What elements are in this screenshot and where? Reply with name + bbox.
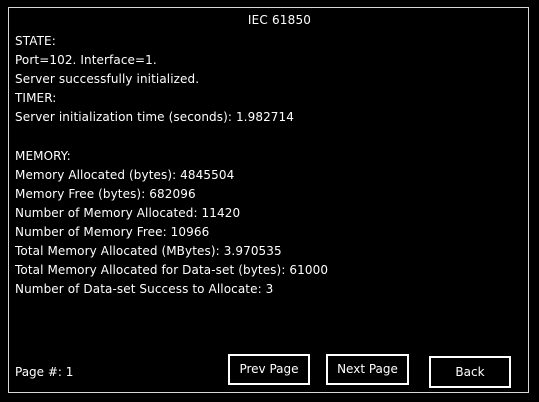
- iec61850-status-screen: IEC 61850 STATE: Port=102. Interface=1. …: [0, 0, 539, 402]
- num-memory-free-line: Number of Memory Free: 10966: [15, 225, 210, 239]
- screen-title: IEC 61850: [247, 13, 312, 27]
- init-time-line: Server initialization time (seconds): 1.…: [15, 110, 295, 124]
- back-button[interactable]: Back: [429, 356, 511, 388]
- dataset-memory-line: Total Memory Allocated for Data-set (byt…: [15, 263, 329, 277]
- port-interface-line: Port=102. Interface=1.: [15, 53, 157, 67]
- prev-page-button[interactable]: Prev Page: [228, 354, 310, 385]
- memory-heading: MEMORY:: [15, 149, 71, 163]
- memory-allocated-line: Memory Allocated (bytes): 4845504: [15, 168, 235, 182]
- page-number-label: Page #: 1: [15, 365, 74, 379]
- timer-heading: TIMER:: [15, 91, 57, 105]
- server-init-status-line: Server successfully initialized.: [15, 72, 200, 86]
- next-page-button[interactable]: Next Page: [326, 354, 409, 385]
- state-heading: STATE:: [15, 34, 56, 48]
- total-memory-mbytes-line: Total Memory Allocated (MBytes): 3.97053…: [15, 244, 282, 258]
- memory-free-line: Memory Free (bytes): 682096: [15, 187, 196, 201]
- num-memory-allocated-line: Number of Memory Allocated: 11420: [15, 206, 241, 220]
- dataset-count-line: Number of Data-set Success to Allocate: …: [15, 282, 274, 296]
